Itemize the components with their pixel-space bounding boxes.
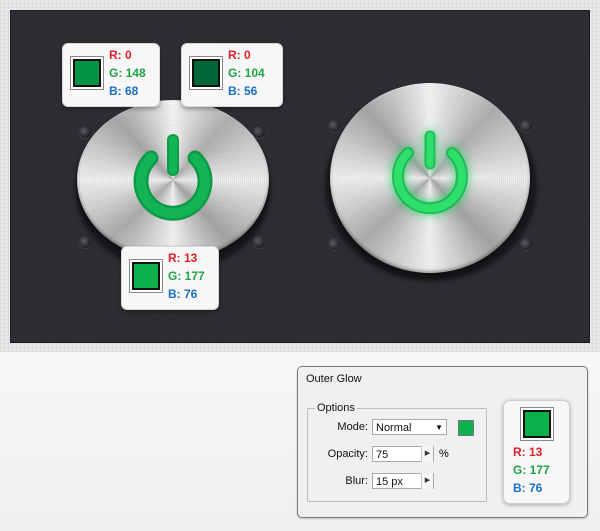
rgb-r-value: R: 0 — [109, 48, 132, 62]
screw-icon — [328, 238, 340, 250]
opacity-label: Opacity: — [327, 448, 368, 460]
screw-icon — [520, 120, 532, 132]
screw-icon — [253, 126, 265, 138]
opacity-unit: % — [439, 448, 449, 460]
screw-icon — [79, 126, 91, 138]
color-swatch — [192, 59, 220, 87]
knob-right[interactable] — [320, 80, 540, 290]
glow-color-callout: R: 13 G: 177 B: 76 — [503, 400, 570, 504]
rgb-r-value: R: 13 — [513, 445, 543, 459]
color-swatch — [73, 59, 101, 87]
rgb-b-value: B: 68 — [109, 84, 139, 98]
outer-glow-dialog: Outer Glow Options Mode: Normal ▼ Opacit… — [297, 366, 588, 518]
options-group-label: Options — [315, 402, 357, 414]
rgb-b-value: B: 76 — [513, 481, 543, 495]
rgb-g-value: G: 177 — [168, 269, 205, 283]
color-swatch — [523, 410, 551, 438]
color-callout-2: R: 0 G: 104 B: 56 — [181, 43, 283, 107]
artboard-frame: R: 0 G: 148 B: 68 R: 0 G: 104 B: 56 R: 1… — [0, 0, 600, 352]
spinner-arrow-icon[interactable]: ▶ — [421, 473, 433, 489]
dialog-title: Outer Glow — [306, 373, 362, 385]
power-icon-glowing — [392, 130, 468, 215]
power-icon — [133, 134, 213, 221]
color-swatch — [132, 262, 160, 290]
spinner-arrow-icon[interactable]: ▶ — [421, 446, 433, 462]
screw-icon — [79, 236, 91, 248]
screw-icon — [520, 238, 532, 250]
screw-icon — [328, 120, 340, 132]
opacity-input[interactable]: 75 ▶ — [372, 446, 434, 462]
rgb-r-value: R: 0 — [228, 48, 251, 62]
mode-label: Mode: — [337, 421, 368, 433]
rgb-b-value: B: 56 — [228, 84, 258, 98]
artboard: R: 0 G: 148 B: 68 R: 0 G: 104 B: 56 R: 1… — [10, 10, 590, 343]
rgb-g-value: G: 104 — [228, 66, 265, 80]
color-callout-1: R: 0 G: 148 B: 68 — [62, 43, 160, 107]
rgb-r-value: R: 13 — [168, 251, 198, 265]
opacity-input-value: 75 — [376, 449, 389, 461]
color-callout-3: R: 13 G: 177 B: 76 — [121, 246, 219, 310]
rgb-b-value: B: 76 — [168, 287, 198, 301]
rgb-g-value: G: 177 — [513, 463, 550, 477]
rgb-g-value: G: 148 — [109, 66, 146, 80]
glow-color-swatch[interactable] — [458, 420, 474, 436]
mode-select-value: Normal — [376, 422, 412, 434]
mode-select[interactable]: Normal ▼ — [372, 419, 447, 435]
blur-input[interactable]: 15 px ▶ — [372, 473, 434, 489]
blur-input-value: 15 px — [376, 476, 403, 488]
chevron-down-icon: ▼ — [435, 423, 443, 432]
blur-label: Blur: — [345, 475, 368, 487]
screw-icon — [253, 236, 265, 248]
